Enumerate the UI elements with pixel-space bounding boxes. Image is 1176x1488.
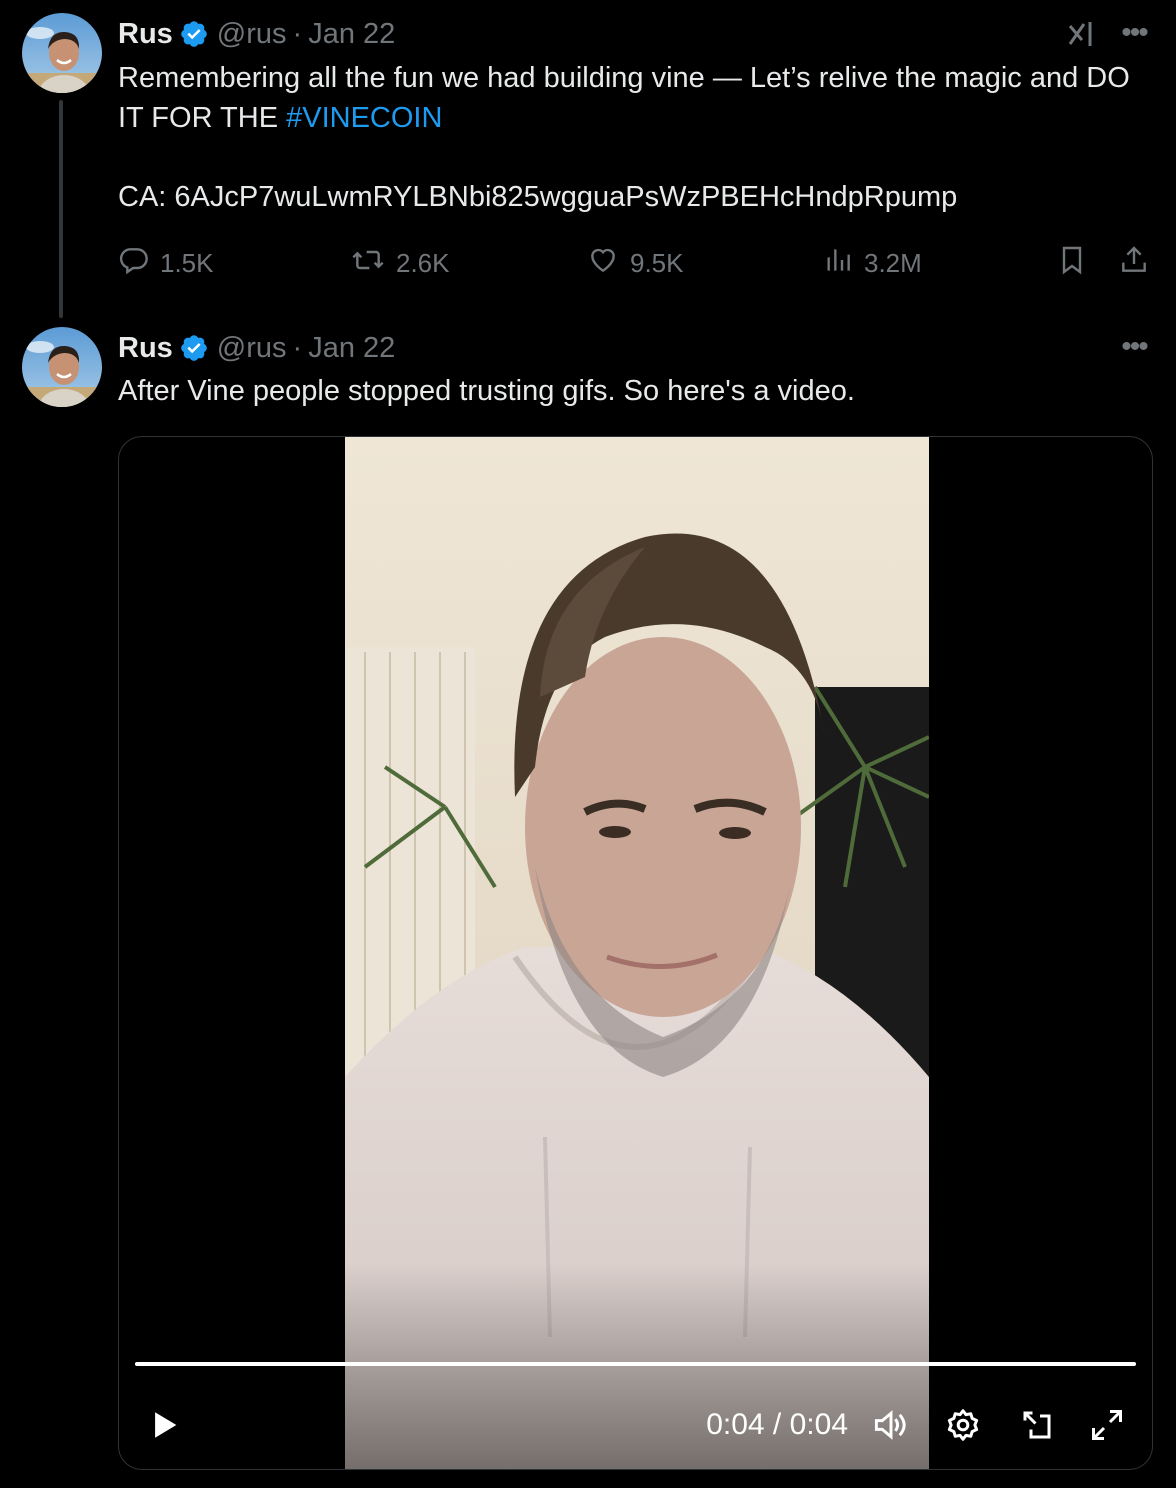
thread-connector bbox=[59, 100, 63, 318]
verified-badge-icon bbox=[179, 333, 209, 363]
duration: 0:04 bbox=[789, 1408, 848, 1441]
separator-dot: · bbox=[292, 17, 303, 50]
settings-icon[interactable] bbox=[941, 1405, 985, 1445]
tweet-text: Remembering all the fun we had building … bbox=[118, 58, 1148, 138]
views-button[interactable]: 3.2M bbox=[822, 240, 922, 286]
video-still-image bbox=[345, 437, 929, 1469]
author-handle[interactable]: @rus bbox=[217, 332, 287, 365]
reply-count: 1.5K bbox=[160, 247, 214, 278]
grok-icon[interactable] bbox=[1062, 14, 1102, 54]
time-display: 0:04 / 0:04 bbox=[706, 1405, 848, 1445]
current-time: 0:04 bbox=[706, 1408, 765, 1441]
author-name[interactable]: Rus bbox=[118, 332, 173, 365]
tweet-date[interactable]: Jan 22 bbox=[308, 332, 395, 365]
author-handle[interactable]: @rus bbox=[217, 18, 287, 51]
bookmark-button[interactable] bbox=[1056, 240, 1098, 286]
author-name[interactable]: Rus bbox=[118, 18, 173, 51]
like-count: 9.5K bbox=[630, 247, 684, 278]
views-icon bbox=[822, 244, 864, 283]
tweet-header: Rus @rus · Jan 22 bbox=[118, 328, 395, 368]
repost-button[interactable]: 2.6K bbox=[350, 240, 450, 286]
pop-out-icon[interactable] bbox=[1015, 1405, 1059, 1445]
like-icon bbox=[586, 244, 630, 283]
reply-icon bbox=[118, 244, 160, 283]
volume-icon[interactable] bbox=[869, 1405, 913, 1445]
like-button[interactable]: 9.5K bbox=[586, 240, 684, 286]
progress-bar[interactable] bbox=[135, 1362, 1136, 1366]
tweet-actions: 1.5K 2.6K 9.5K 3.2M bbox=[118, 240, 1158, 286]
tweet-header: Rus @rus · Jan 22 bbox=[118, 14, 395, 54]
avatar[interactable] bbox=[22, 13, 102, 93]
hashtag-link[interactable]: #VINECOIN bbox=[286, 102, 442, 134]
repost-icon bbox=[350, 244, 396, 283]
views-count: 3.2M bbox=[864, 247, 922, 278]
reply-button[interactable]: 1.5K bbox=[118, 240, 214, 286]
tweet-date[interactable]: Jan 22 bbox=[308, 18, 395, 51]
separator-dot: · bbox=[292, 331, 303, 364]
tweet-text: After Vine people stopped trusting gifs.… bbox=[118, 375, 855, 407]
video-frame[interactable] bbox=[345, 437, 929, 1469]
bookmark-icon bbox=[1056, 243, 1098, 284]
time-separator: / bbox=[772, 1408, 782, 1441]
share-button[interactable] bbox=[1118, 240, 1160, 286]
share-icon bbox=[1118, 243, 1160, 284]
contract-address-line: CA: 6AJcP7wuLwmRYLBNbi825wgguaPsWzPBEHcH… bbox=[118, 181, 958, 213]
avatar-image bbox=[22, 13, 102, 93]
fullscreen-icon[interactable] bbox=[1085, 1405, 1129, 1445]
play-icon[interactable] bbox=[143, 1405, 187, 1445]
repost-count: 2.6K bbox=[396, 247, 450, 278]
video-player[interactable]: 0:04 / 0:04 bbox=[118, 436, 1153, 1470]
avatar[interactable] bbox=[22, 327, 102, 407]
progress-fill bbox=[135, 1362, 1136, 1366]
more-icon[interactable]: ••• bbox=[1114, 16, 1154, 49]
more-icon[interactable]: ••• bbox=[1114, 330, 1154, 363]
avatar-image bbox=[22, 327, 102, 407]
tweet-text-body: Remembering all the fun we had building … bbox=[118, 62, 1130, 134]
video-controls: 0:04 / 0:04 bbox=[119, 1387, 1152, 1463]
verified-badge-icon bbox=[179, 19, 209, 49]
